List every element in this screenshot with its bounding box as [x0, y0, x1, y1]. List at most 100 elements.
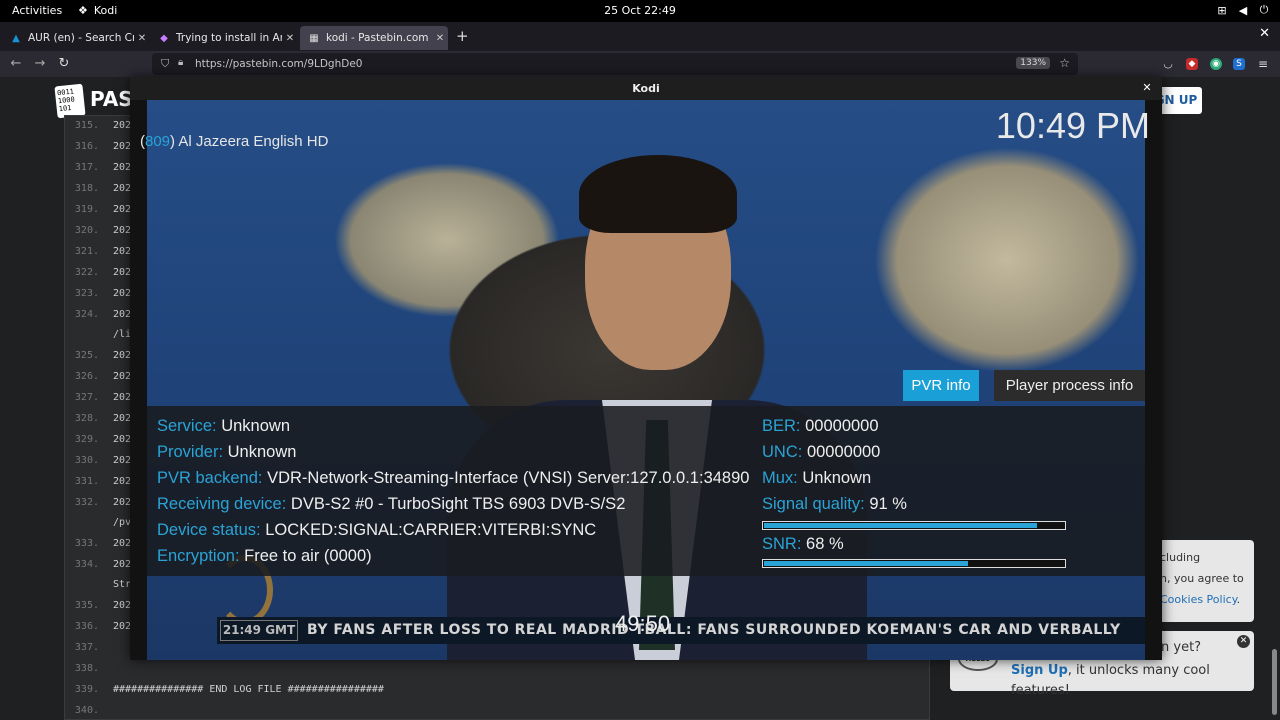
close-icon[interactable]: ✕: [282, 33, 298, 44]
close-icon[interactable]: ✕: [134, 33, 150, 44]
tab-pastebin[interactable]: ▦ kodi - Pastebin.com ✕: [300, 26, 448, 50]
line-number: 323.: [74, 288, 99, 299]
new-tab-button[interactable]: +: [456, 27, 469, 45]
code-line-text: 202: [113, 246, 132, 257]
pocket-icon[interactable]: ◡: [1162, 58, 1174, 70]
line-number: 327.: [74, 392, 99, 403]
code-line-text: 202: [113, 497, 132, 508]
window-close-button[interactable]: ✕: [1259, 26, 1270, 41]
info-value: Unknown: [221, 417, 290, 435]
cookie-notice: cluding n, you agree to Cookies Policy.: [1150, 540, 1254, 622]
info-row-snr: SNR: 68 %: [762, 535, 844, 554]
line-number: 315.: [74, 120, 99, 131]
ublock-icon[interactable]: ◆: [1186, 58, 1198, 70]
line-number: 317.: [74, 162, 99, 173]
pvr-info-button[interactable]: PVR info: [903, 370, 979, 401]
pvr-info-panel: Service: Unknown Provider: Unknown PVR b…: [147, 406, 1145, 576]
code-line-text: 202: [113, 267, 132, 278]
line-number: 325.: [74, 350, 99, 361]
code-line-text: 202: [113, 162, 132, 173]
lock-icon[interactable]: 🔒︎: [178, 57, 183, 68]
line-number: 322.: [74, 267, 99, 278]
menu-icon[interactable]: ≡: [1257, 58, 1269, 70]
line-number: 320.: [74, 225, 99, 236]
url-text[interactable]: https://pastebin.com/9LDghDe0: [195, 58, 362, 70]
code-line-text: /pv: [113, 517, 132, 528]
line-number: 333.: [74, 538, 99, 549]
line-number: 328.: [74, 413, 99, 424]
back-arrow-icon[interactable]: ←: [8, 56, 24, 72]
info-value: DVB-S2 #0 - TurboSight TBS 6903 DVB-S/S2: [290, 495, 626, 513]
page-scrollbar[interactable]: [1272, 649, 1277, 715]
code-line-text: /li: [113, 329, 132, 340]
code-line-text: 202: [113, 225, 132, 236]
close-icon[interactable]: ✕: [432, 33, 448, 44]
info-value: Free to air (0000): [244, 547, 372, 565]
code-line-text: ############### END LOG FILE ###########…: [113, 684, 384, 695]
kodi-window-title[interactable]: Kodi: [130, 77, 1162, 100]
code-line-text: 202: [113, 141, 132, 152]
pastebin-logo[interactable]: 0011 1000 101: [54, 83, 86, 119]
snr-bar: [762, 559, 1066, 568]
system-tray[interactable]: ⊞ ◀ ⏻: [1216, 3, 1270, 17]
elapsed-time: 49:50: [615, 611, 671, 636]
cookies-policy-link[interactable]: Cookies Policy: [1160, 593, 1237, 606]
tab-arch-forum[interactable]: ◆ Trying to install in Arch - K ✕: [150, 26, 298, 50]
info-row-device-status: Device status: LOCKED:SIGNAL:CARRIER:VIT…: [157, 521, 596, 540]
tab-aur[interactable]: ▲ AUR (en) - Search Criteria ✕: [2, 26, 150, 50]
volume-icon: ◀: [1238, 3, 1248, 17]
info-row-unc: UNC: 00000000: [762, 443, 880, 462]
code-line-text: 202: [113, 413, 132, 424]
code-line-text: 202: [113, 434, 132, 445]
forward-arrow-icon[interactable]: →: [32, 56, 48, 72]
ticker-text: BY FANS AFTER LOSS TO REAL MADRID TBALL:…: [307, 622, 1121, 638]
kodi-window: Kodi ✕ 21:49 GMT BY FANS AFTER LOSS TO R…: [130, 77, 1162, 660]
info-row-pvr-backend: PVR backend: VDR-Network-Streaming-Inter…: [157, 469, 749, 488]
zoom-level-badge[interactable]: 133%: [1016, 57, 1050, 69]
info-value: 00000000: [806, 443, 881, 461]
code-line-text: 202: [113, 371, 132, 382]
info-key: UNC:: [762, 443, 803, 461]
code-line-text: 202: [113, 204, 132, 215]
tab-title: AUR (en) - Search Criteria: [28, 32, 134, 44]
kodi-clock: 10:49 PM: [995, 105, 1150, 146]
info-value: VDR-Network-Streaming-Interface (VNSI) S…: [267, 469, 750, 487]
forum-icon: ◆: [160, 32, 168, 44]
info-row-service: Service: Unknown: [157, 417, 290, 436]
player-process-info-button[interactable]: Player process info: [994, 370, 1145, 401]
close-icon[interactable]: ✕: [1140, 81, 1154, 95]
bookmark-star-icon[interactable]: ☆: [1059, 56, 1070, 70]
info-value: Unknown: [227, 443, 297, 461]
info-value: 91 %: [869, 495, 907, 513]
power-icon: ⏻: [1259, 3, 1269, 16]
address-bar[interactable]: ⛉ 🔒︎ https://pastebin.com/9LDghDe0 133% …: [152, 53, 1078, 75]
line-number: 340.: [74, 705, 99, 716]
info-key: Device status:: [157, 521, 261, 539]
code-line-text: 202: [113, 288, 132, 299]
close-icon[interactable]: ✕: [1237, 635, 1250, 648]
line-number: 331.: [74, 476, 99, 487]
arch-icon: ▲: [12, 32, 20, 44]
clock[interactable]: 25 Oct 22:49: [0, 4, 1280, 17]
cookie-text-line: cluding: [1160, 551, 1201, 564]
info-key: Receiving device:: [157, 495, 287, 513]
code-line-text: 202: [113, 538, 132, 549]
info-key: PVR backend:: [157, 469, 263, 487]
info-row-receiving-device: Receiving device: DVB-S2 #0 - TurboSight…: [157, 495, 625, 514]
code-line-text: 202: [113, 183, 132, 194]
reload-icon[interactable]: ↻: [56, 56, 72, 72]
info-key: Encryption:: [157, 547, 240, 565]
code-line-text: 202: [113, 621, 132, 632]
line-number: 334.: [74, 559, 99, 570]
extension-icon[interactable]: ◉: [1210, 58, 1222, 70]
channel-label: (809) Al Jazeera English HD: [140, 133, 329, 150]
code-line-text: 202: [113, 120, 132, 131]
tracking-shield-icon[interactable]: ⛉: [161, 57, 169, 71]
line-number: 335.: [74, 600, 99, 611]
pastebin-wordmark[interactable]: PAS: [90, 87, 133, 111]
sidebar-extension-icon[interactable]: S: [1233, 58, 1245, 70]
signup-link[interactable]: Sign Up: [1011, 663, 1068, 678]
tab-strip: ▲ AUR (en) - Search Criteria ✕ ◆ Trying …: [0, 22, 1280, 51]
code-line-text: 202: [113, 559, 132, 570]
code-line-text: 202: [113, 350, 132, 361]
